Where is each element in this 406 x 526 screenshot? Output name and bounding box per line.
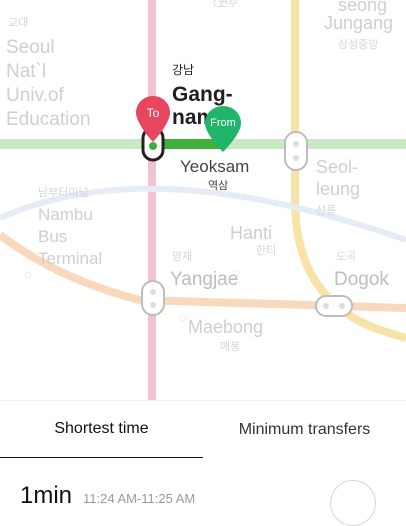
tab-shortest-time[interactable]: Shortest time	[0, 401, 203, 459]
station-seoul-univ-line2: Nat`l	[6, 61, 47, 82]
station-gangnam-line1: Gang-	[172, 83, 233, 106]
station-nambu-line2: Bus	[38, 227, 68, 246]
from-marker-label: From	[210, 117, 236, 129]
station-ko-label: 삼성중앙	[338, 39, 379, 51]
station-yeoksam: Yeoksam	[180, 157, 250, 176]
station-seoul-univ-line3: Univ.of	[6, 85, 64, 106]
station-seolleung-line1: Seol-	[316, 157, 359, 177]
station-seoul-univ-line4: Education	[6, 109, 91, 130]
station-jungang: Jungang	[324, 13, 394, 33]
station-nambu-line1: Nambu	[38, 205, 93, 224]
station-hanti: Hanti	[230, 223, 273, 243]
subway-lines	[0, 0, 406, 400]
station-nambu-line3: Terminal	[38, 249, 103, 268]
station-seolleung-line2: leung	[316, 179, 361, 199]
to-marker[interactable]: To	[136, 96, 170, 142]
station-ko-label: 선릉	[316, 205, 337, 217]
transfer-station-yangjae	[141, 280, 165, 316]
transfer-station-dogok	[315, 295, 353, 317]
from-marker[interactable]: From	[205, 106, 241, 152]
to-marker-label: To	[146, 106, 160, 120]
station-maebong: Maebong	[188, 317, 264, 337]
station-ko-label: 도곡	[336, 251, 357, 263]
station-seoul-univ-line1: Seoul	[6, 37, 55, 58]
station-ko-label: 연주	[218, 0, 239, 9]
station-ko-label: 역삼	[208, 180, 229, 192]
route-duration: 1min	[20, 482, 73, 509]
station-dot	[24, 271, 32, 279]
station-ko-label: 교대	[8, 17, 29, 29]
tab-minimum-transfers[interactable]: Minimum transfers	[203, 401, 406, 459]
station-yangjae: Yangjae	[170, 269, 239, 290]
route-action-button[interactable]	[330, 480, 376, 526]
station-ko-label: 강남	[172, 63, 195, 77]
station-ko-label: 양재	[172, 251, 193, 263]
station-ko-label: 남부터미널	[38, 187, 89, 199]
station-ko-label: 매봉	[220, 341, 241, 353]
station-dot	[179, 314, 187, 322]
transfer-station-seolleung	[284, 131, 308, 171]
subway-map[interactable]: 연주 교대 Seoul Nat`l Univ.of Education seon…	[0, 0, 406, 400]
station-ko-label: 한티	[256, 245, 277, 257]
station-dogok: Dogok	[334, 269, 389, 290]
route-option-tabs: Shortest time Minimum transfers	[0, 400, 406, 459]
route-times: 11:24 AM-11:25 AM	[83, 491, 196, 506]
